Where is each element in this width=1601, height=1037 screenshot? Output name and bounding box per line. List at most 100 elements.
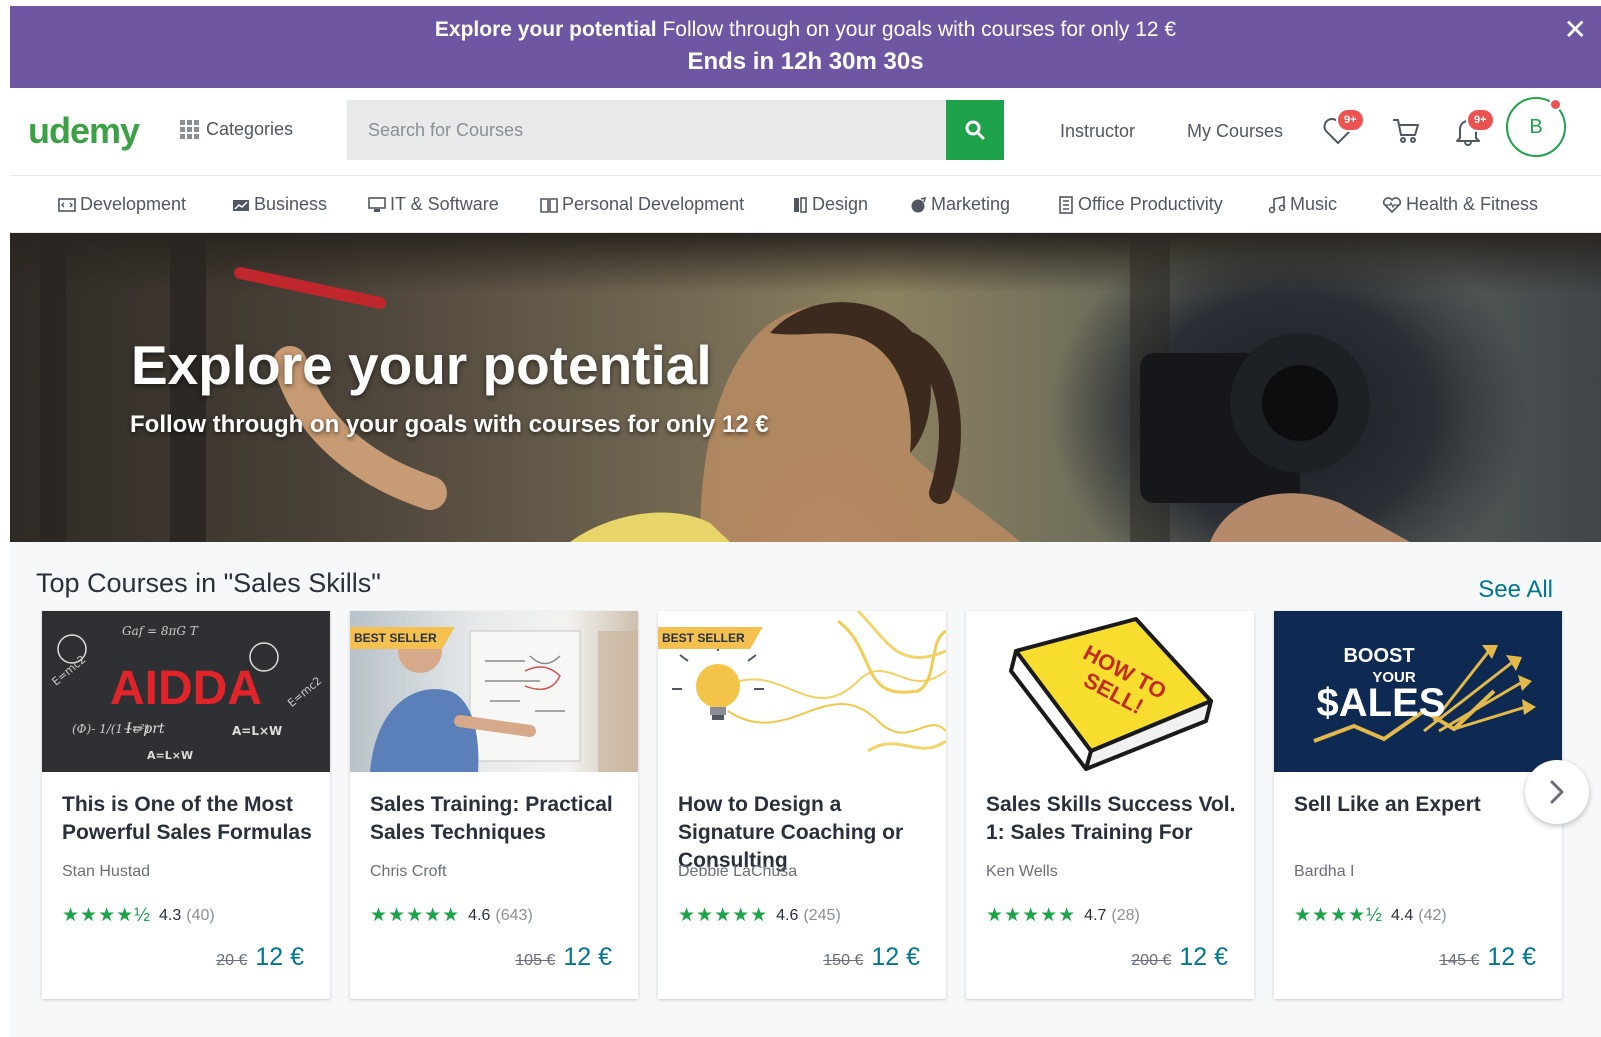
course-rating: ★★★★★ 4.6 (245) bbox=[678, 904, 841, 927]
search-input[interactable] bbox=[347, 100, 946, 160]
search-icon bbox=[965, 120, 985, 140]
rating-value: 4.3 bbox=[158, 906, 182, 924]
catnav-label: Design bbox=[812, 194, 869, 214]
book-icon bbox=[540, 197, 558, 213]
course-author: Bardha I bbox=[1294, 863, 1355, 880]
catnav-item-it-software[interactable]: IT & Software bbox=[368, 194, 499, 215]
rating-count: (28) bbox=[1111, 906, 1140, 924]
course-card[interactable]: BEST SELLER Sales Training: Practical Sa… bbox=[350, 611, 638, 999]
svg-text:A=L×W: A=L×W bbox=[147, 749, 193, 762]
megaphone-icon bbox=[911, 196, 927, 212]
heart-pulse-icon bbox=[1382, 196, 1402, 213]
promo-headline-rest: Follow through on your goals with course… bbox=[662, 18, 1177, 41]
star-rating-icon: ★★★★½ bbox=[62, 905, 151, 926]
grid-icon bbox=[180, 120, 199, 139]
computer-icon bbox=[368, 196, 386, 212]
best-seller-badge: BEST SELLER bbox=[350, 627, 455, 649]
course-thumbnail: HOW TO SELL! bbox=[966, 611, 1254, 772]
avatar[interactable]: B bbox=[1506, 97, 1566, 157]
catnav-label: Marketing bbox=[931, 194, 1011, 214]
udemy-logo[interactable]: udemy bbox=[28, 110, 140, 152]
rating-count: (643) bbox=[495, 906, 533, 924]
course-author: Chris Croft bbox=[370, 863, 447, 880]
music-note-icon bbox=[1268, 195, 1286, 213]
best-seller-badge: BEST SELLER bbox=[658, 627, 763, 649]
catnav-item-health-fitness[interactable]: Health & Fitness bbox=[1382, 194, 1538, 215]
catnav-item-music[interactable]: Music bbox=[1268, 194, 1337, 215]
catnav-label: IT & Software bbox=[390, 194, 499, 214]
categories-button[interactable]: Categories bbox=[180, 119, 293, 140]
sale-price: 12 € bbox=[871, 943, 920, 971]
course-price: 145 € 12 € bbox=[1439, 943, 1536, 972]
star-rating-icon: ★★★★★ bbox=[370, 905, 461, 926]
course-price: 20 € 12 € bbox=[216, 943, 304, 972]
chevron-right-icon bbox=[1550, 780, 1564, 804]
catnav-label: Health & Fitness bbox=[1406, 194, 1539, 214]
wishlist-button[interactable]: 9+ bbox=[1316, 106, 1365, 156]
top-courses-section: Top Courses in "Sales Skills" See All Ga… bbox=[10, 542, 1601, 1037]
star-rating-icon: ★★★★½ bbox=[1294, 905, 1383, 926]
course-price: 105 € 12 € bbox=[515, 943, 612, 972]
section-title: Top Courses in "Sales Skills" bbox=[36, 568, 381, 598]
palette-icon bbox=[794, 196, 807, 213]
catnav-item-marketing[interactable]: Marketing bbox=[909, 194, 1010, 215]
course-title: Sales Skills Success Vol. 1: Sales Train… bbox=[986, 793, 1236, 844]
promo-banner: Explore your potential Follow through on… bbox=[10, 6, 1601, 88]
catnav-label: Development bbox=[80, 194, 187, 214]
search-bar bbox=[347, 100, 1004, 160]
close-icon[interactable]: ✕ bbox=[1564, 16, 1587, 44]
thumbnail-text: BOOST bbox=[1343, 645, 1415, 667]
sale-price: 12 € bbox=[1487, 943, 1536, 971]
hero-subtitle: Follow through on your goals with course… bbox=[130, 411, 769, 438]
rating-value: 4.6 bbox=[776, 906, 799, 924]
rating-value: 4.6 bbox=[468, 906, 491, 924]
course-card[interactable]: BEST SELLER How to Design a Signature Co… bbox=[658, 611, 946, 999]
avatar-initial: B bbox=[1529, 115, 1543, 138]
my-courses-link[interactable]: My Courses bbox=[1187, 121, 1283, 142]
cart-icon bbox=[1393, 119, 1419, 143]
sale-price: 12 € bbox=[563, 943, 612, 971]
wishlist-badge: 9+ bbox=[1336, 108, 1365, 132]
catnav-label: Office Productivity bbox=[1078, 194, 1223, 214]
search-button[interactable] bbox=[946, 100, 1004, 160]
catnav-item-development[interactable]: Development bbox=[58, 194, 186, 215]
carousel-next-button[interactable] bbox=[1525, 760, 1589, 824]
catnav-item-personal-development[interactable]: Personal Development bbox=[540, 194, 744, 215]
instructor-link[interactable]: Instructor bbox=[1060, 121, 1135, 142]
course-rating: ★★★★½ 4.4 (42) bbox=[1294, 904, 1447, 927]
course-card[interactable]: HOW TO SELL! Sales Skills Success Vol. 1… bbox=[966, 611, 1254, 999]
course-card[interactable]: Gaf = 8πG T (Φ)- 1/(1+c²) I=prt A=L×W A=… bbox=[42, 611, 330, 999]
course-title: This is One of the Most Powerful Sales F… bbox=[62, 793, 312, 844]
course-author: Debbie LaChusa bbox=[678, 863, 798, 880]
original-price: 105 € bbox=[515, 952, 556, 969]
catnav-label: Business bbox=[254, 194, 328, 214]
promo-headline: Explore your potential Follow through on… bbox=[10, 18, 1601, 42]
svg-text:Gaf = 8πG T: Gaf = 8πG T bbox=[122, 624, 199, 638]
hero-banner: Explore your potential Follow through on… bbox=[10, 233, 1601, 542]
course-thumbnail: BEST SELLER bbox=[658, 611, 946, 772]
cart-button[interactable] bbox=[1384, 106, 1428, 156]
monitor-code-icon bbox=[58, 197, 76, 212]
thumbnail-text: AIDDA bbox=[110, 662, 262, 715]
site-header: udemy Categories Instructor My Courses 9… bbox=[10, 88, 1601, 176]
course-card[interactable]: BOOST YOUR $ALES Sell Like an Expert Bar… bbox=[1274, 611, 1562, 999]
avatar-notification-dot bbox=[1549, 98, 1562, 111]
notifications-button[interactable]: 9+ bbox=[1446, 106, 1495, 156]
catnav-item-business[interactable]: Business bbox=[232, 194, 327, 215]
sale-price: 12 € bbox=[255, 943, 304, 971]
course-rating: ★★★★★ 4.7 (28) bbox=[986, 904, 1140, 927]
rating-count: (40) bbox=[186, 906, 215, 924]
original-price: 150 € bbox=[823, 952, 864, 969]
course-price: 150 € 12 € bbox=[823, 943, 920, 972]
chart-icon bbox=[233, 199, 249, 211]
course-thumbnail: BEST SELLER bbox=[350, 611, 638, 772]
catnav-item-office-productivity[interactable]: Office Productivity bbox=[1058, 194, 1223, 215]
catnav-label: Music bbox=[1290, 194, 1338, 214]
course-price: 200 € 12 € bbox=[1131, 943, 1228, 972]
original-price: 145 € bbox=[1439, 952, 1480, 969]
see-all-link[interactable]: See All bbox=[1478, 576, 1553, 604]
star-rating-icon: ★★★★★ bbox=[986, 905, 1077, 926]
course-author: Ken Wells bbox=[986, 863, 1058, 880]
catnav-item-design[interactable]: Design bbox=[792, 194, 868, 215]
svg-text:A=L×W: A=L×W bbox=[232, 724, 282, 738]
